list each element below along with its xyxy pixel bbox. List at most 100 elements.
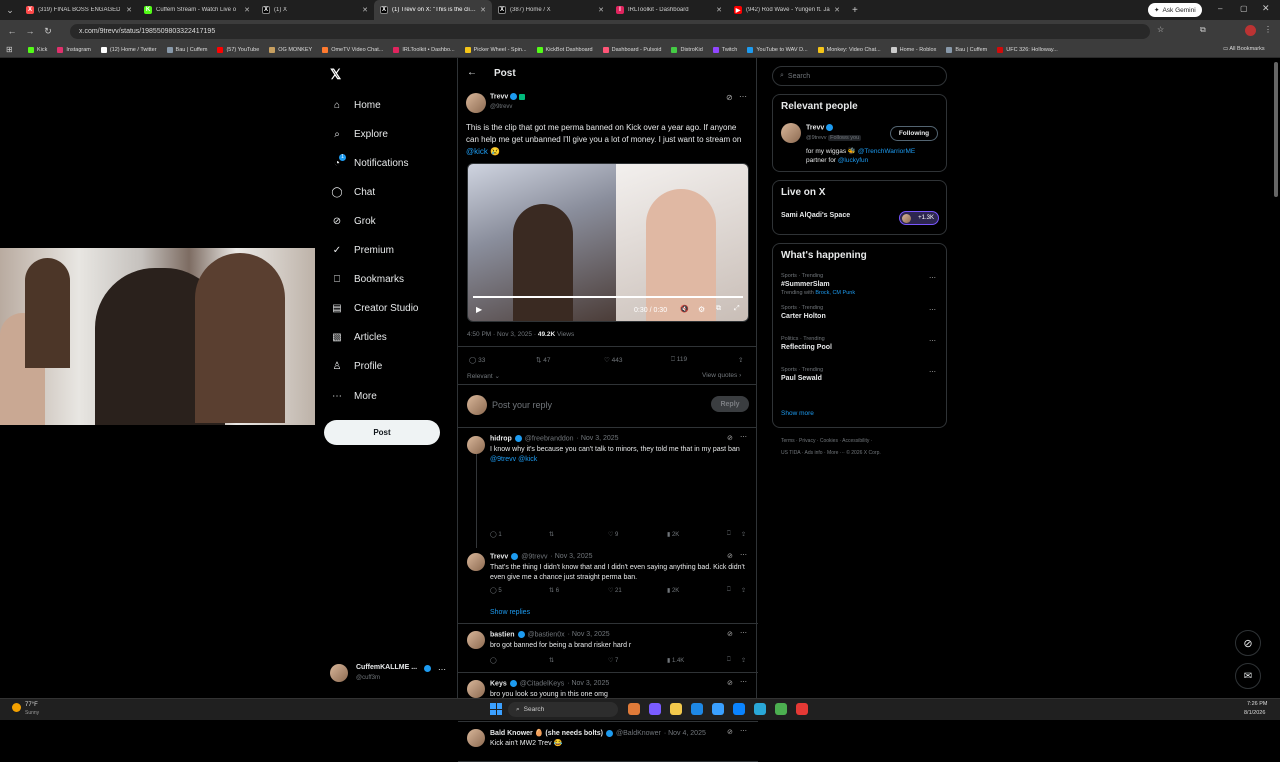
repost-action[interactable]: ⇅ [549,657,554,664]
grok-icon[interactable]: ⊘ [727,552,733,560]
show-more-link[interactable]: Show more [781,410,814,417]
author-avatar[interactable] [466,93,486,113]
reply-date[interactable]: · Nov 3, 2025 [577,435,619,442]
like-action[interactable]: ♡ 21 [608,587,622,594]
repost-action[interactable]: ⇅ 6 [549,587,559,594]
nav-item-bookmarks[interactable]: ⎕ Bookmarks [330,272,404,286]
forward-icon[interactable]: → [21,26,39,36]
bookmark-item[interactable]: Bau | Cuffem [166,46,207,53]
more-dots-icon[interactable]: ⋯ [438,665,446,674]
reply-date[interactable]: · Nov 3, 2025 [567,680,609,687]
close-tab-icon[interactable]: ✕ [480,6,486,14]
taskbar-app-icon[interactable] [754,703,766,715]
following-button[interactable]: Following [890,126,938,141]
bookmark-star-icon[interactable]: ☆ [1157,25,1164,34]
taskbar-app-icon[interactable] [775,703,787,715]
taskbar-app-icon[interactable] [649,703,661,715]
author-name[interactable]: Trevv [490,93,508,100]
browser-tab[interactable]: ▶ (942) Rod Wave - Yungen ft. Ja ✕ [728,0,846,20]
show-replies-link[interactable]: Show replies [490,609,530,616]
reply-avatar[interactable] [467,553,485,571]
browser-tab[interactable]: X (1) Trevv on X: "This is the clip t ✕ [374,0,492,20]
reply-action[interactable]: ◯ [490,657,497,664]
close-tab-icon[interactable]: ✕ [126,6,132,14]
taskbar-app-icon[interactable] [691,703,703,715]
footer-links[interactable]: US TIDA · Ads info · More ··· © 2026 X C… [781,450,881,456]
nav-item-grok[interactable]: ⊘ Grok [330,214,376,228]
post-timestamp[interactable]: 4:50 PM · Nov 3, 2025 · [467,331,536,338]
tab-search-icon[interactable]: ⌄ [0,5,20,16]
x-logo[interactable]: 𝕏 [330,66,341,83]
reply-author[interactable]: bastien [490,631,515,638]
trend-item[interactable]: Sports · Trending Paul Sewald ⋯ [781,367,941,382]
bookmark-item[interactable]: DistroKid [671,46,703,53]
clock-time[interactable]: 7:26 PM [1247,701,1267,707]
reply-author[interactable]: Trevv [490,553,508,560]
nav-item-profile[interactable]: ♙ Profile [330,359,383,373]
bookmark-item[interactable]: Bau | Cuffem [946,46,987,53]
footer-links[interactable]: Terms · Privacy · Cookies · Accessibilit… [781,438,872,444]
view-quotes-link[interactable]: View quotes › [702,372,741,379]
reply-author[interactable]: Keys [490,680,507,687]
reply-date[interactable]: · Nov 4, 2025 [664,730,706,737]
mention-link[interactable]: @kick [466,147,488,156]
like-action[interactable]: ♡ 7 [608,657,618,664]
bookmark-item[interactable]: Instagram [57,46,91,53]
browser-tab[interactable]: I IRLToolkit - Dashboard ✕ [610,0,728,20]
reply-action[interactable]: ◯ 1 [490,531,502,538]
more-dots-icon[interactable]: ⋯ [929,274,936,282]
reply-avatar[interactable] [467,680,485,698]
live-listeners-pill[interactable]: +1.3K [899,211,939,225]
bookmark-item[interactable]: UFC 326: Holloway... [997,46,1058,53]
bookmark-item[interactable]: YouTube to WAV D... [747,46,808,53]
share-icon[interactable]: ⇪ [741,587,746,594]
grok-icon[interactable]: ⊘ [727,630,733,638]
reply-action[interactable]: ◯ 33 [469,356,485,364]
clock-date[interactable]: 8/1/2026 [1244,710,1265,716]
trend-sub-links[interactable]: Brock, CM Punk [815,290,855,296]
grok-float-button[interactable]: ⊘ [1235,630,1261,656]
nav-item-home[interactable]: ⌂ Home [330,98,381,112]
bookmark-item[interactable]: Kick [28,46,47,53]
more-dots-icon[interactable]: ⋯ [929,368,936,376]
reply-avatar[interactable] [467,631,485,649]
share-icon[interactable]: ⇪ [738,356,743,364]
more-dots-icon[interactable]: ⋯ [740,678,747,686]
page-scrollbar[interactable] [1274,62,1278,197]
bookmark-icon[interactable]: ⎕ [727,531,731,538]
nav-item-creator-studio[interactable]: ▤ Creator Studio [330,301,418,315]
browser-tab[interactable]: X (319) FINAL BOSS ENGAGED ✕ [20,0,138,20]
nav-item-more[interactable]: ⋯ More [330,389,377,403]
browser-tab[interactable]: X (1) X ✕ [256,0,374,20]
grok-icon[interactable]: ⊘ [727,679,733,687]
back-arrow-icon[interactable]: ← [467,67,477,78]
bookmark-item[interactable]: Twitch [712,46,737,53]
extensions-icon[interactable]: ⧉ [1200,25,1206,35]
reply-avatar[interactable] [467,729,485,747]
video-progress-track[interactable] [473,296,743,298]
bookmark-item[interactable]: KickBot Dashboard [536,46,593,53]
close-tab-icon[interactable]: ✕ [716,6,722,14]
taskbar-app-icon[interactable] [796,703,808,715]
nav-item-articles[interactable]: ▧ Articles [330,330,387,344]
nav-item-premium[interactable]: ✓ Premium [330,243,394,257]
trend-item[interactable]: Sports · Trending #SummerSlam Trending wit… [781,273,941,296]
nav-item-explore[interactable]: ⌕ Explore [330,127,388,141]
address-bar[interactable]: x.com/9trevv/status/1985509803322417195 [70,24,1150,39]
weather-widget[interactable]: 77°F Sunny [12,702,72,718]
bio-mention[interactable]: @TrenchWarriorME [858,148,915,155]
more-dots-icon[interactable]: ⋯ [739,92,747,101]
taskbar-app-icon[interactable] [733,703,745,715]
fullscreen-icon[interactable]: ⤢ [734,305,740,313]
reply-date[interactable]: · Nov 3, 2025 [550,553,592,560]
video-player[interactable]: ▶ 0:30 / 0:30 🔇 ⚙ ⧉ ⤢ [467,163,749,322]
reply-row[interactable]: Trevv @9trevv · Nov 3, 2025 ⊘ ⋯ That's the th… [458,546,758,624]
bookmark-item[interactable]: OG MONKEY [269,46,312,53]
bookmark-item[interactable]: Home - Roblox [890,46,936,53]
ask-gemini-button[interactable]: ✦ Ask Gemini [1148,3,1202,17]
views-action[interactable]: ▮ 2K [667,531,679,538]
person-name[interactable]: Trevv [806,124,824,131]
reply-row[interactable]: bastien @bastien0x · Nov 3, 2025 ⊘ ⋯ bro got … [458,624,758,673]
taskbar-search[interactable]: ⌕ Search [508,702,618,717]
search-box[interactable]: ⌕ Search [772,66,947,86]
